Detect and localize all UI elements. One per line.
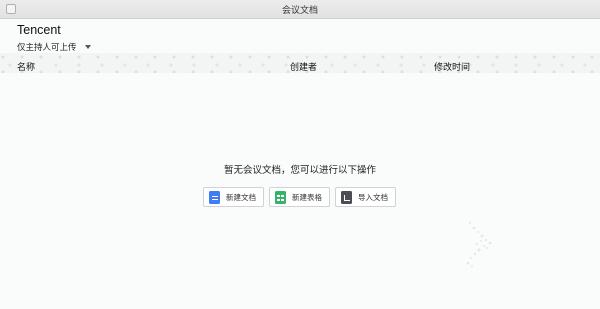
column-header-name[interactable]: 名称	[17, 60, 35, 73]
new-sheet-label: 新建表格	[292, 192, 322, 202]
new-doc-button[interactable]: 新建文档	[203, 187, 264, 207]
upload-permission-label: 仅主持人可上传	[17, 42, 77, 52]
dropdown-caret-icon	[84, 45, 91, 49]
import-doc-button[interactable]: 导入文档	[335, 187, 396, 207]
watermark-decoration	[466, 221, 492, 267]
import-doc-label: 导入文档	[358, 192, 388, 202]
import-icon	[341, 190, 352, 204]
new-doc-label: 新建文档	[226, 192, 256, 202]
column-header-modified[interactable]: 修改时间	[434, 60, 470, 73]
column-header-creator[interactable]: 创建者	[290, 60, 317, 73]
sheet-icon	[275, 190, 286, 204]
window-title: 会议文档	[281, 5, 318, 15]
empty-state-message: 暂无会议文档，您可以进行以下操作	[223, 165, 376, 176]
new-sheet-button[interactable]: 新建表格	[269, 187, 330, 207]
org-name: Tencent	[17, 23, 61, 37]
upload-permission-dropdown[interactable]: 仅主持人可上传	[17, 41, 91, 53]
window-titlebar: 会议文档	[0, 0, 600, 19]
doc-icon	[209, 190, 220, 204]
